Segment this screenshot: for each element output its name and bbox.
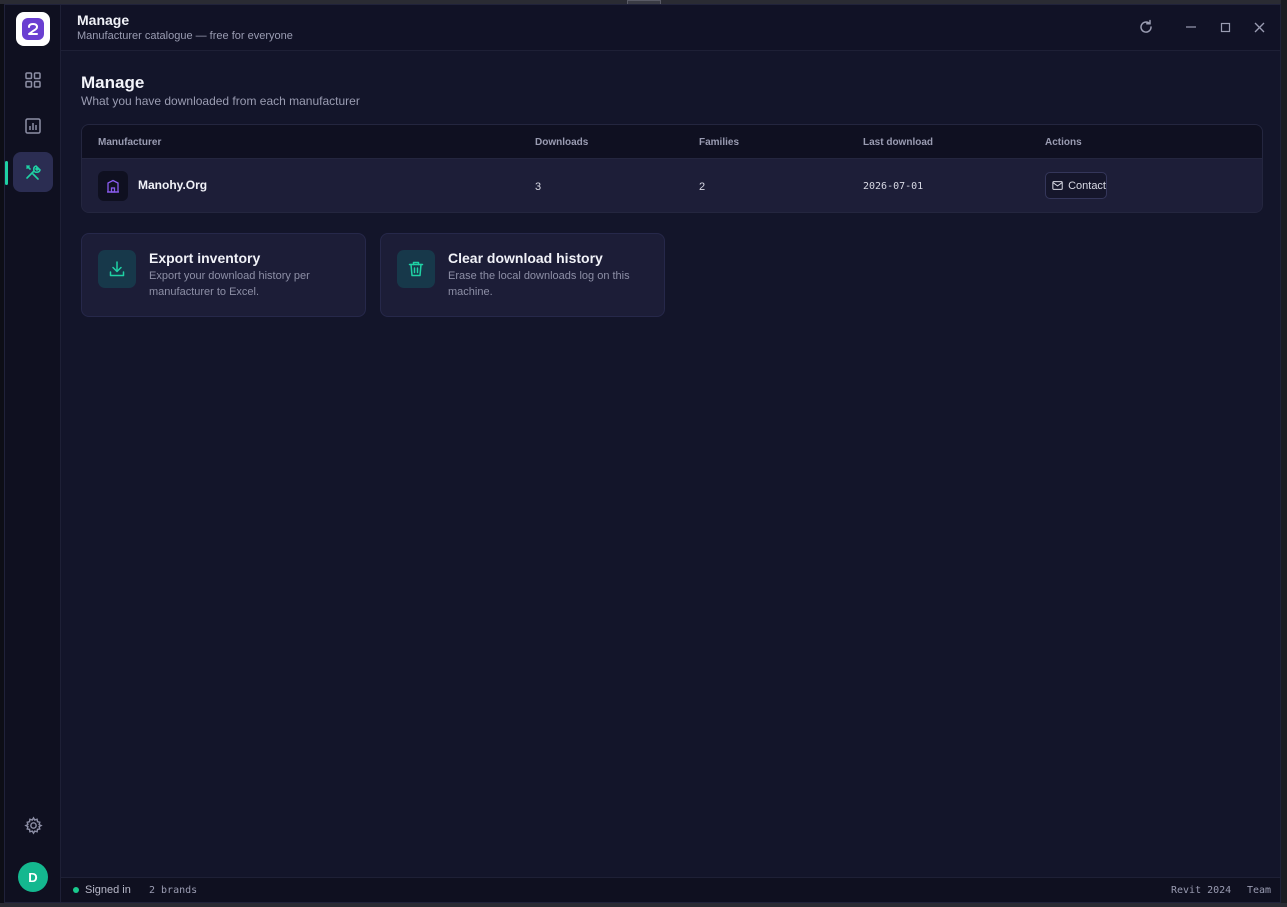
- contact-button[interactable]: Contact: [1045, 172, 1107, 199]
- avatar[interactable]: D: [18, 862, 48, 892]
- column-header-manufacturer[interactable]: Manufacturer: [98, 137, 161, 148]
- clear-history-card[interactable]: Clear download history Erase the local d…: [380, 233, 665, 317]
- active-nav-indicator: [5, 161, 8, 185]
- bar-chart-icon: [25, 118, 41, 134]
- mail-icon: [1052, 181, 1063, 190]
- manufacturer-name[interactable]: Manohy.Org: [138, 178, 207, 192]
- column-header-last-download[interactable]: Last download: [863, 137, 933, 148]
- close-icon: [1254, 22, 1264, 32]
- families-count: 2: [699, 181, 706, 193]
- sidebar-item-dashboard[interactable]: [13, 60, 53, 100]
- window-title: Manage: [77, 12, 130, 28]
- export-inventory-card[interactable]: Export inventory Export your download hi…: [81, 233, 366, 317]
- signed-in-status-dot: [73, 887, 79, 893]
- brands-count: 2 brands: [149, 885, 198, 896]
- last-download-date: 2026-07-01: [863, 181, 924, 192]
- settings-button[interactable]: [13, 805, 53, 845]
- card-title: Export inventory: [149, 250, 261, 266]
- sidebar: D: [5, 5, 61, 902]
- tools-icon: [26, 165, 41, 180]
- refresh-icon: [1140, 19, 1152, 33]
- contact-button-label: Contact: [1068, 179, 1106, 192]
- clear-icon-tile: [397, 250, 435, 288]
- revit-version: Revit 2024: [1171, 885, 1232, 896]
- table-header: Manufacturer Downloads Families Last dow…: [82, 125, 1262, 159]
- page-subtitle: What you have downloaded from each manuf…: [81, 94, 360, 108]
- maximize-button[interactable]: [1215, 17, 1235, 37]
- download-icon: [109, 261, 125, 277]
- card-description: Export your download history per manufac…: [149, 270, 310, 298]
- maximize-icon: [1220, 22, 1230, 32]
- title-bar: Manage Manufacturer catalogue — free for…: [61, 5, 1280, 51]
- minimize-button[interactable]: [1181, 17, 1201, 37]
- main-content: Manage What you have downloaded from eac…: [61, 51, 1280, 877]
- sidebar-item-manage[interactable]: [13, 152, 53, 192]
- close-button[interactable]: [1249, 17, 1269, 37]
- minimize-icon: [1186, 26, 1196, 28]
- sidebar-item-analytics[interactable]: [13, 106, 53, 146]
- status-bar: Signed in 2 brands Revit 2024 Team: [61, 877, 1280, 902]
- manufacturer-table: Manufacturer Downloads Families Last dow…: [81, 124, 1263, 213]
- app-logo: [16, 12, 50, 46]
- trash-icon: [408, 261, 424, 277]
- page-title: Manage: [81, 73, 145, 92]
- manufacturer-logo: [98, 171, 128, 201]
- card-title: Clear download history: [448, 250, 603, 266]
- gear-icon: [23, 815, 43, 834]
- signed-in-status: Signed in: [85, 884, 131, 896]
- export-icon-tile: [98, 250, 136, 288]
- host-background-right: [1281, 0, 1287, 907]
- app-window: D Manage Manufacturer catalogue — free f…: [4, 4, 1281, 903]
- column-header-actions: Actions: [1045, 137, 1082, 148]
- column-header-families[interactable]: Families: [699, 137, 739, 148]
- downloads-count: 3: [535, 181, 542, 193]
- window-subtitle: Manufacturer catalogue — free for everyo…: [77, 30, 293, 42]
- card-description: Erase the local downloads log on this ma…: [448, 270, 630, 298]
- plan-label: Team: [1247, 885, 1272, 896]
- refresh-button[interactable]: [1136, 17, 1156, 37]
- column-header-downloads[interactable]: Downloads: [535, 137, 588, 148]
- grid-icon: [25, 72, 41, 88]
- building-icon: [107, 179, 119, 193]
- table-row[interactable]: Manohy.Org 3 2 2026-07-01 Contact: [82, 159, 1262, 212]
- host-background-bottom: [0, 903, 1287, 907]
